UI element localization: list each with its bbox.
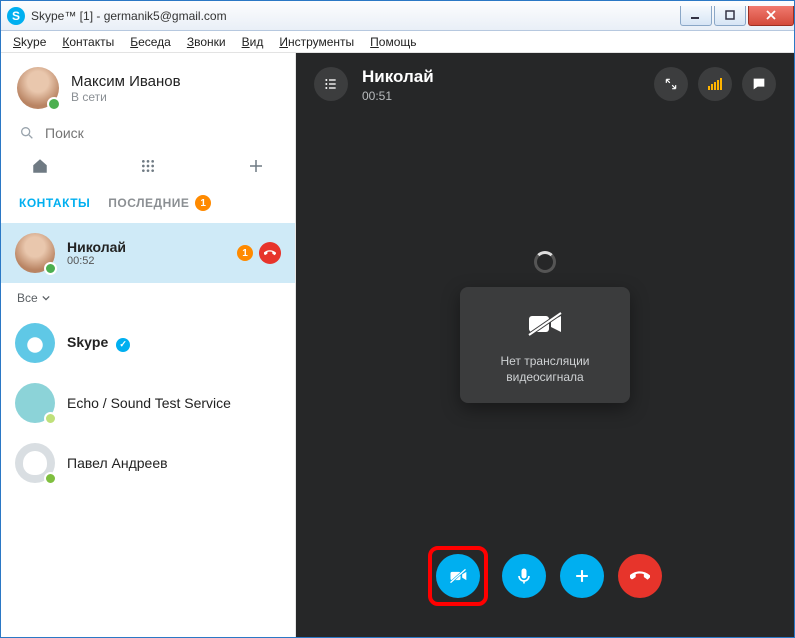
search-icon — [19, 125, 35, 141]
filter-label: Все — [17, 291, 38, 305]
tab-recent-label: ПОСЛЕДНИЕ — [108, 196, 189, 210]
contact-name: Николай — [67, 239, 126, 255]
menu-bar: Skype Контакты Беседа Звонки Вид Инструм… — [1, 31, 794, 53]
menu-help[interactable]: Помощь — [364, 33, 422, 51]
self-name: Максим Иванов — [71, 73, 181, 90]
fullscreen-button[interactable] — [654, 67, 688, 101]
app-window: S Skype™ [1] - germanik5@gmail.com Skype… — [0, 0, 795, 638]
contact-name: Echo / Sound Test Service — [67, 395, 231, 411]
loading-spinner-icon — [534, 251, 556, 273]
signal-quality-button[interactable] — [698, 67, 732, 101]
sidebar: Максим Иванов В сети КО — [1, 53, 296, 637]
skype-logo-icon: S — [7, 7, 25, 25]
camera-off-icon — [448, 566, 468, 586]
contact-name-text: Skype — [67, 334, 108, 350]
presence-icon — [44, 472, 57, 485]
list-icon — [323, 76, 339, 92]
add-contact-icon[interactable] — [247, 157, 265, 175]
home-icon[interactable] — [31, 157, 49, 175]
presence-online-icon — [47, 97, 61, 111]
app-body: Максим Иванов В сети КО — [1, 53, 794, 637]
hangup-button[interactable] — [618, 554, 662, 598]
chevron-down-icon — [42, 294, 50, 302]
hangup-icon — [630, 566, 650, 586]
chat-icon — [751, 76, 767, 92]
maximize-button[interactable] — [714, 6, 746, 26]
call-peer-name: Николай — [362, 67, 434, 87]
call-info: Николай 00:51 — [362, 67, 434, 103]
no-video-line2: видеосигнала — [500, 369, 589, 385]
self-avatar — [17, 67, 59, 109]
close-button[interactable] — [748, 6, 794, 26]
no-video-card: Нет трансляции видеосигнала — [460, 287, 630, 403]
window-controls — [678, 6, 794, 26]
camera-off-icon — [525, 309, 565, 339]
signal-icon — [708, 78, 722, 90]
menu-skype[interactable]: Skype — [7, 33, 52, 51]
contact-info: Павел Андреев — [67, 455, 168, 471]
self-status[interactable]: В сети — [71, 90, 181, 104]
add-participant-button[interactable] — [560, 554, 604, 598]
contact-row-active[interactable]: Николай 00:52 1 — [1, 223, 295, 283]
presence-icon — [44, 412, 57, 425]
tab-contacts[interactable]: КОНТАКТЫ — [19, 195, 90, 211]
call-area: Николай 00:51 — [296, 53, 794, 637]
call-header: Николай 00:51 — [296, 53, 794, 117]
profile-section[interactable]: Максим Иванов В сети — [1, 53, 295, 119]
contact-avatar — [15, 233, 55, 273]
call-center: Нет трансляции видеосигнала — [296, 117, 794, 537]
chat-button[interactable] — [742, 67, 776, 101]
no-video-message: Нет трансляции видеосигнала — [500, 353, 589, 385]
contact-right-icons: 1 — [237, 242, 281, 264]
contact-row[interactable]: Skype ✓ — [1, 313, 295, 373]
search-row[interactable] — [1, 119, 295, 151]
toggle-video-button[interactable] — [436, 554, 480, 598]
dialpad-icon[interactable] — [139, 157, 157, 175]
menu-contacts[interactable]: Контакты — [56, 33, 120, 51]
menu-view[interactable]: Вид — [236, 33, 270, 51]
contact-row[interactable]: Павел Андреев — [1, 433, 295, 493]
call-top-buttons — [654, 67, 776, 101]
titlebar: S Skype™ [1] - germanik5@gmail.com — [1, 1, 794, 31]
profile-text: Максим Иванов В сети — [71, 73, 181, 104]
minimize-button[interactable] — [680, 6, 712, 26]
call-controls — [296, 537, 794, 637]
recent-badge: 1 — [195, 195, 211, 211]
highlight-annotation — [428, 546, 488, 606]
menu-tools[interactable]: Инструменты — [273, 33, 360, 51]
tab-recent[interactable]: ПОСЛЕДНИЕ 1 — [108, 195, 211, 211]
call-duration: 00:51 — [362, 89, 434, 103]
contact-info: Echo / Sound Test Service — [67, 395, 231, 411]
menu-conversation[interactable]: Беседа — [124, 33, 177, 51]
contact-info: Skype ✓ — [67, 334, 130, 352]
call-menu-button[interactable] — [314, 67, 348, 101]
expand-icon — [664, 77, 678, 91]
window-title: Skype™ [1] - germanik5@gmail.com — [31, 9, 227, 23]
search-input[interactable] — [45, 125, 277, 141]
toggle-mic-button[interactable] — [502, 554, 546, 598]
verified-icon: ✓ — [116, 338, 130, 352]
contact-name: Павел Андреев — [67, 455, 168, 471]
contact-info: Николай 00:52 — [67, 239, 126, 267]
no-video-line1: Нет трансляции — [500, 353, 589, 369]
mic-icon — [514, 566, 534, 586]
contact-tabs: КОНТАКТЫ ПОСЛЕДНИЕ 1 — [1, 185, 295, 223]
unread-badge: 1 — [237, 245, 253, 261]
contact-avatar — [15, 443, 55, 483]
presence-online-icon — [44, 262, 57, 275]
filter-dropdown[interactable]: Все — [1, 283, 295, 313]
contact-avatar — [15, 323, 55, 363]
contact-row[interactable]: Echo / Sound Test Service — [1, 373, 295, 433]
plus-icon — [572, 566, 592, 586]
contact-name: Skype ✓ — [67, 334, 130, 352]
contact-avatar — [15, 383, 55, 423]
hangup-mini-button[interactable] — [259, 242, 281, 264]
contact-call-duration: 00:52 — [67, 255, 126, 267]
nav-icons — [1, 151, 295, 185]
menu-calls[interactable]: Звонки — [181, 33, 232, 51]
